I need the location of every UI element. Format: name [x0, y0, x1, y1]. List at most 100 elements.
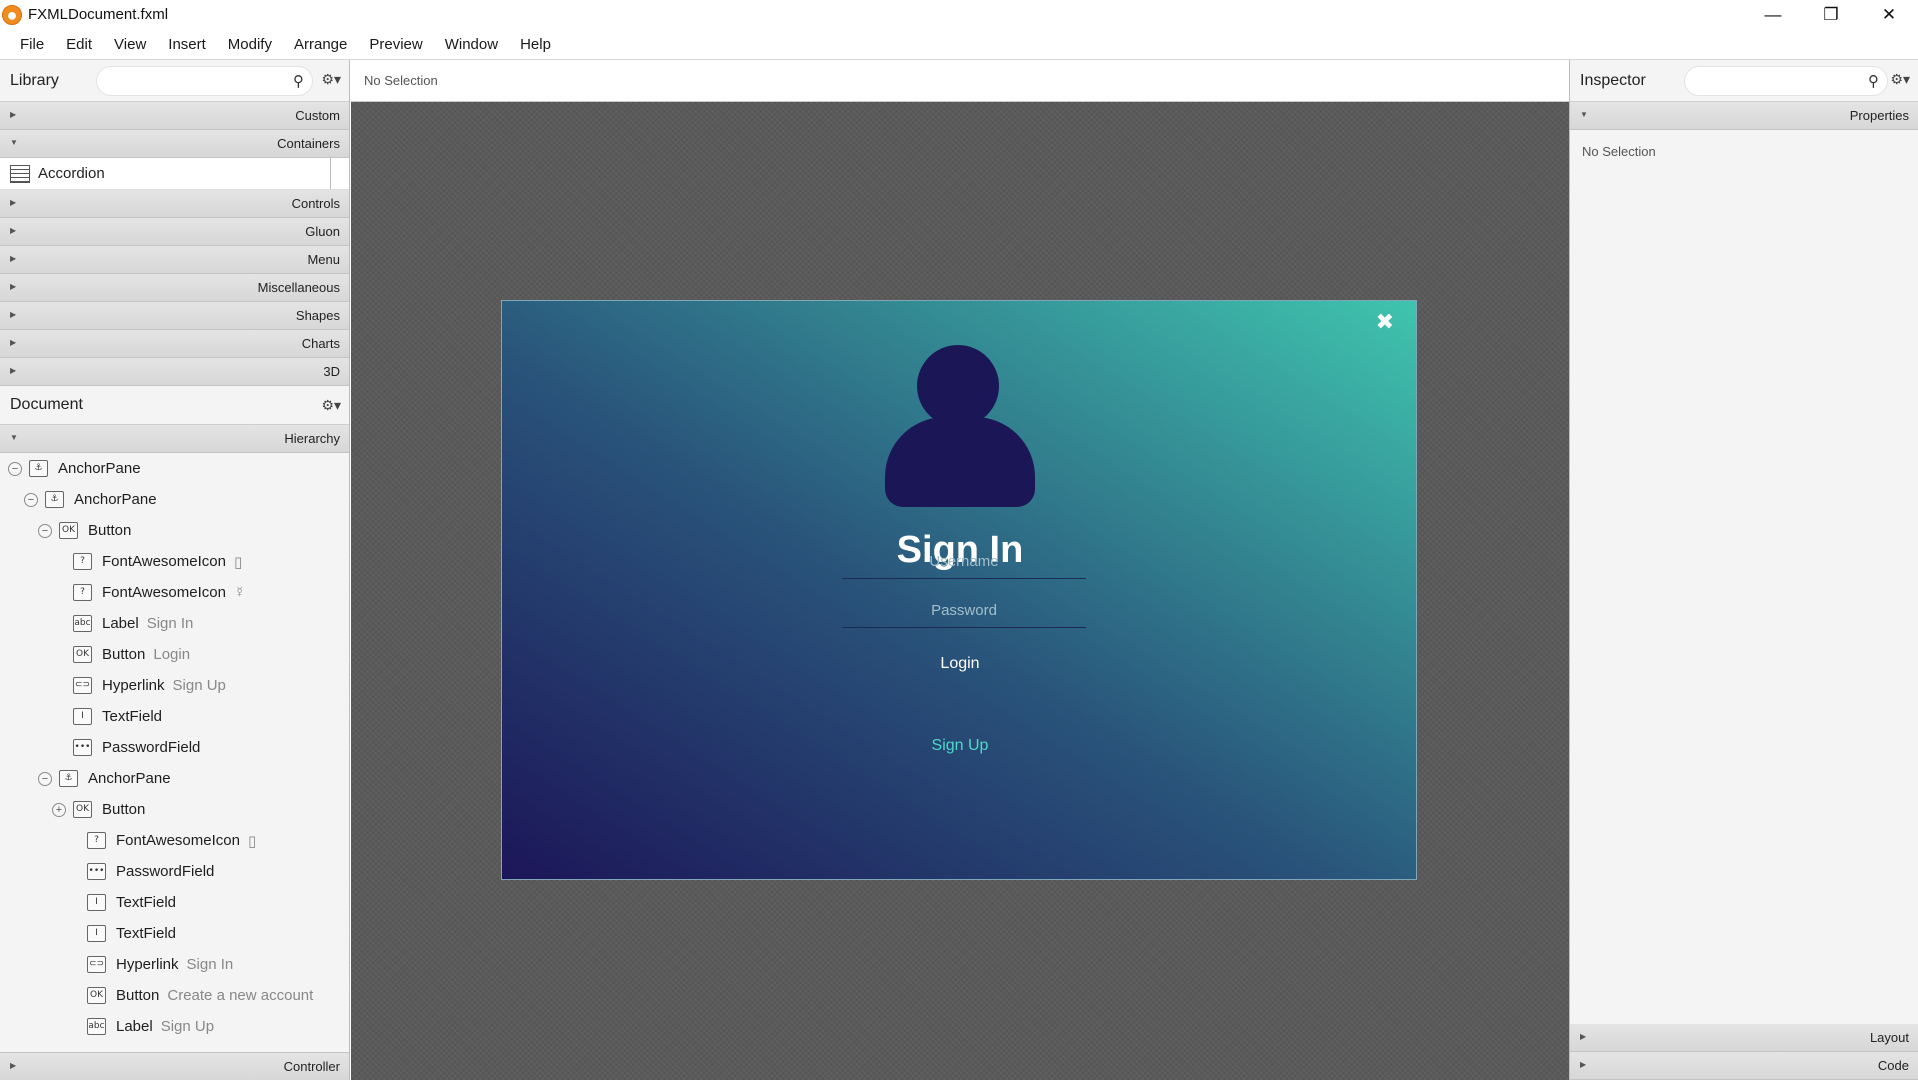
tree-node-detail: Sign In	[146, 615, 194, 632]
collapsed-triangle-icon: ▶	[10, 282, 17, 291]
menu-window[interactable]: Window	[434, 36, 509, 53]
tree-node-detail: Sign Up	[160, 1018, 215, 1035]
tree-row[interactable]: + OK Button	[0, 794, 349, 825]
inspector-gear-icon[interactable]: ⚙▾	[1890, 71, 1910, 88]
document-title: Document	[10, 396, 83, 413]
tree-node-detail: Create a new account	[167, 987, 314, 1004]
hierarchy-section[interactable]: ▼ Hierarchy	[0, 425, 349, 453]
menu-edit[interactable]: Edit	[55, 36, 103, 53]
tree-row[interactable]: abc Label Sign In	[0, 608, 349, 639]
menu-insert[interactable]: Insert	[157, 36, 217, 53]
hyperlink-icon: ⊂⊃	[87, 956, 106, 973]
properties-section[interactable]: ▼ Properties	[1570, 102, 1918, 130]
button-icon: OK	[59, 522, 78, 539]
code-section[interactable]: ▶ Code	[1570, 1052, 1918, 1080]
tree-node-type: Button	[88, 522, 132, 539]
tree-node-type: FontAwesomeIcon	[102, 584, 226, 601]
tree-row[interactable]: ? FontAwesomeIcon ☿	[0, 577, 349, 608]
tree-node-detail: ▯	[247, 832, 257, 850]
collapse-icon[interactable]: −	[38, 771, 52, 786]
tree-row[interactable]: abc Label Sign Up	[0, 1011, 349, 1042]
inspector-empty-text: No Selection	[1582, 144, 1656, 159]
collapse-icon[interactable]: −	[8, 461, 22, 476]
library-section-miscellaneous[interactable]: ▶ Miscellaneous	[0, 274, 349, 302]
close-icon[interactable]: ✖	[1376, 309, 1394, 335]
tree-row[interactable]: − ⚓ AnchorPane	[0, 484, 349, 515]
library-search-input[interactable]: ⚲	[96, 66, 313, 96]
menu-modify[interactable]: Modify	[217, 36, 283, 53]
library-section-controls[interactable]: ▶ Controls	[0, 190, 349, 218]
tree-node-detail: ☿	[233, 584, 246, 601]
avatar-body	[885, 417, 1035, 507]
tree-row[interactable]: ⊂⊃ Hyperlink Sign In	[0, 949, 349, 980]
section-label: Shapes	[295, 308, 340, 323]
document-gear-icon[interactable]: ⚙▾	[321, 397, 341, 414]
window-controls: — ❐ ✕	[1744, 0, 1918, 29]
menu-preview[interactable]: Preview	[358, 36, 433, 53]
design-canvas[interactable]: ✖ Sign In Username Password Login Sign U…	[351, 102, 1569, 1080]
tree-node-detail: Sign In	[186, 956, 234, 973]
menu-arrange[interactable]: Arrange	[283, 36, 358, 53]
tree-node-type: TextField	[102, 708, 163, 725]
library-section-custom[interactable]: ▶ Custom	[0, 102, 349, 130]
library-section-menu[interactable]: ▶ Menu	[0, 246, 349, 274]
signin-form-preview[interactable]: ✖ Sign In Username Password Login Sign U…	[501, 300, 1417, 880]
accordion-icon	[10, 164, 30, 183]
close-window-button[interactable]: ✕	[1860, 0, 1918, 29]
layout-section[interactable]: ▶ Layout	[1570, 1024, 1918, 1052]
library-section-gluon[interactable]: ▶ Gluon	[0, 218, 349, 246]
section-label: Charts	[301, 336, 340, 351]
tree-node-detail: ▯	[233, 553, 243, 571]
library-section-shapes[interactable]: ▶ Shapes	[0, 302, 349, 330]
section-label: Custom	[295, 108, 340, 123]
library-gear-icon[interactable]: ⚙▾	[321, 71, 341, 88]
collapsed-triangle-icon: ▶	[10, 198, 17, 207]
label-icon: abc	[87, 1018, 106, 1035]
unknown-icon: ?	[73, 553, 92, 570]
collapse-icon[interactable]: −	[24, 492, 38, 507]
signup-link[interactable]: Sign Up	[910, 729, 1010, 763]
inspector-search-input[interactable]: ⚲	[1684, 66, 1888, 96]
minimize-button[interactable]: —	[1744, 0, 1802, 29]
login-button[interactable]: Login	[910, 647, 1010, 681]
tree-row[interactable]: I TextField	[0, 918, 349, 949]
collapsed-triangle-icon: ▶	[10, 226, 17, 235]
collapse-icon[interactable]: −	[38, 523, 52, 538]
library-section-3d[interactable]: ▶ 3D	[0, 358, 349, 386]
inspector-panel: Inspector ⚲ ⚙▾ ▼ Properties No Selection…	[1569, 60, 1918, 1080]
tree-row[interactable]: − OK Button	[0, 515, 349, 546]
tree-row[interactable]: OK Button Login	[0, 639, 349, 670]
menu-help[interactable]: Help	[509, 36, 562, 53]
tree-row[interactable]: ? FontAwesomeIcon ▯	[0, 825, 349, 856]
expand-icon[interactable]: +	[52, 802, 66, 817]
menu-view[interactable]: View	[103, 36, 157, 53]
anchorpane-icon: ⚓	[45, 491, 64, 508]
collapsed-triangle-icon: ▶	[10, 338, 17, 347]
menu-file[interactable]: File	[9, 36, 55, 53]
tree-row[interactable]: ? FontAwesomeIcon ▯	[0, 546, 349, 577]
tree-row[interactable]: ••• PasswordField	[0, 732, 349, 763]
password-field[interactable]: Password	[842, 594, 1086, 628]
controller-section[interactable]: ▶ Controller	[0, 1052, 349, 1080]
section-label: 3D	[323, 364, 340, 379]
tree-node-type: AnchorPane	[88, 770, 171, 787]
maximize-button[interactable]: ❐	[1802, 0, 1860, 29]
tree-row[interactable]: − ⚓ AnchorPane	[0, 763, 349, 794]
tree-row[interactable]: ••• PasswordField	[0, 856, 349, 887]
section-label: Properties	[1849, 108, 1909, 123]
username-field[interactable]: Username	[842, 545, 1086, 579]
tree-row[interactable]: ⊂⊃ Hyperlink Sign Up	[0, 670, 349, 701]
library-item-accordion[interactable]: Accordion	[0, 158, 349, 190]
tree-node-type: PasswordField	[102, 739, 201, 756]
tree-row[interactable]: − ⚓ AnchorPane	[0, 453, 349, 484]
library-section-containers[interactable]: ▼ Containers	[0, 130, 349, 158]
tree-row[interactable]: OK Button Create a new account	[0, 980, 349, 1011]
library-section-charts[interactable]: ▶ Charts	[0, 330, 349, 358]
section-label: Hierarchy	[284, 431, 340, 446]
tree-row[interactable]: I TextField	[0, 701, 349, 732]
tree-row[interactable]: I TextField	[0, 887, 349, 918]
section-label: Gluon	[305, 224, 340, 239]
